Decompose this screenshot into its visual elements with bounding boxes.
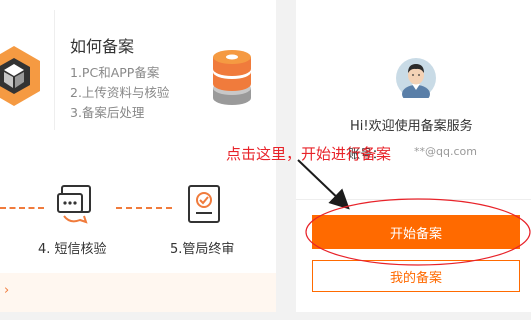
more-link[interactable]: › — [4, 283, 9, 298]
sms-verify-icon — [57, 185, 91, 224]
step-item-after[interactable]: 3.备案后处理 — [70, 103, 169, 123]
bottom-strip — [0, 273, 276, 312]
final-review-label: 5.管局终审 — [170, 242, 235, 257]
database-icon — [213, 50, 251, 105]
welcome-text: Hi!欢迎使用备案服务 — [350, 119, 473, 134]
process-connector — [116, 207, 172, 209]
avatar — [396, 58, 436, 98]
my-registration-button[interactable]: 我的备案 — [312, 260, 520, 292]
how-to-title: 如何备案 — [70, 37, 135, 56]
steps-list: 1.PC和APP备案 2.上传资料与核验 3.备案后处理 — [70, 63, 169, 123]
annotation-text: 点击这里，开始进行备案 — [226, 145, 392, 163]
process-connector — [0, 207, 44, 209]
step-item-upload[interactable]: 2.上传资料与核验 — [70, 83, 169, 103]
final-review-icon — [188, 185, 220, 223]
horizontal-divider — [296, 199, 531, 200]
vertical-divider — [54, 10, 55, 130]
step-item-pc-app[interactable]: 1.PC和APP备案 — [70, 63, 169, 83]
box-icon — [0, 46, 40, 106]
sms-verify-label: 4. 短信核验 — [38, 242, 107, 257]
account-value: **@qq.com — [414, 145, 477, 158]
start-registration-button[interactable]: 开始备案 — [312, 215, 520, 249]
